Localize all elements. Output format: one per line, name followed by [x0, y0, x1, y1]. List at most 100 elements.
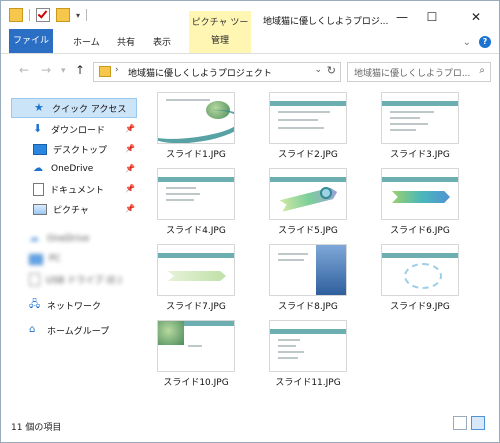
sidebar-item-downloads[interactable]: ⬇ ダウンロード 📌 [1, 119, 141, 139]
maximize-button[interactable]: ☐ [419, 9, 445, 25]
thumbnail-text-line [166, 193, 200, 195]
properties-icon[interactable] [36, 8, 50, 22]
tab-manage[interactable]: 管理 [189, 29, 251, 53]
file-thumbnail [157, 244, 235, 296]
breadcrumb-chevron-icon[interactable]: › [115, 65, 119, 75]
minimize-button[interactable]: — [389, 9, 415, 25]
thumbnail-text-line [390, 111, 434, 113]
address-bar[interactable]: › 地域猫に優しくしようプロジェクト ⌄ ↻ [93, 62, 341, 82]
file-tile[interactable]: スライド2.JPG [253, 92, 363, 162]
file-name[interactable]: スライド11.JPG [253, 375, 363, 388]
document-icon [33, 182, 44, 196]
folder-icon[interactable] [9, 8, 23, 22]
sidebar-item-quick-access[interactable]: ★ クイック アクセス [11, 98, 137, 118]
file-name[interactable]: スライド1.JPG [141, 147, 251, 160]
quick-access-toolbar: ▾ [9, 8, 88, 22]
file-name[interactable]: スライド10.JPG [141, 375, 251, 388]
sidebar-item-label: OneDrive [51, 164, 94, 174]
refresh-icon[interactable]: ↻ [327, 64, 336, 77]
picture-tools-context: ピクチャ ツール [189, 11, 251, 41]
file-tile[interactable]: スライド1.JPG [141, 92, 251, 162]
tab-view[interactable]: 表示 [153, 35, 171, 48]
thumbnail-band [270, 101, 346, 106]
picture-icon [33, 203, 47, 215]
file-name[interactable]: スライド5.JPG [253, 223, 363, 236]
help-icon[interactable]: ? [479, 36, 491, 48]
file-tile[interactable]: スライド11.JPG [253, 320, 363, 390]
sidebar-item-documents[interactable]: ドキュメント 📌 [1, 179, 141, 199]
sidebar-item-usb-blurred[interactable]: USB ドライブ (E:) [1, 269, 141, 289]
recent-locations-chevron-icon[interactable]: ▾ [61, 66, 66, 76]
search-input[interactable]: 地域猫に優しくしようプロ... ⌕ [347, 62, 491, 82]
close-button[interactable]: ✕ [463, 9, 489, 25]
tab-share[interactable]: 共有 [117, 35, 135, 48]
new-folder-icon[interactable] [56, 8, 70, 22]
file-tile[interactable]: スライド4.JPG [141, 168, 251, 238]
pin-icon: 📌 [125, 164, 135, 173]
search-placeholder: 地域猫に優しくしようプロ... [354, 69, 471, 79]
file-thumbnail [157, 168, 235, 220]
thumbnail-text-line [278, 253, 308, 255]
back-arrow-icon[interactable]: ← [19, 63, 29, 77]
desktop-icon [33, 143, 47, 155]
file-tile[interactable]: スライド7.JPG [141, 244, 251, 314]
cloud-icon: ☁ [29, 233, 39, 244]
tab-home[interactable]: ホーム [73, 35, 100, 48]
thumbnail-band [382, 101, 458, 106]
tab-file[interactable]: ファイル [9, 29, 53, 53]
thumbnail-band [184, 321, 234, 326]
file-name[interactable]: スライド6.JPG [365, 223, 475, 236]
sidebar-item-pc-blurred[interactable]: PC [1, 249, 141, 269]
thumbnail-text-line [390, 129, 416, 131]
thumbnail-band [158, 253, 234, 258]
address-dropdown-chevron-icon[interactable]: ⌄ [314, 65, 322, 75]
search-icon: ⌕ [479, 65, 485, 76]
file-name[interactable]: スライド8.JPG [253, 299, 363, 312]
file-name[interactable]: スライド4.JPG [141, 223, 251, 236]
sidebar-item-onedrive[interactable]: ☁ OneDrive 📌 [1, 159, 141, 179]
thumbnail-node [320, 187, 332, 199]
sidebar-item-label: ダウンロード [51, 125, 106, 136]
thumbnail-band [270, 329, 346, 334]
pin-icon: 📌 [125, 124, 135, 133]
breadcrumb-path[interactable]: 地域猫に優しくしようプロジェクト [128, 66, 272, 79]
file-thumbnail [269, 92, 347, 144]
ribbon-collapse-chevron-icon[interactable]: ⌄ [463, 37, 471, 48]
sidebar-item-label: デスクトップ [53, 145, 108, 156]
sidebar-item-network[interactable]: 🖧 ネットワーク [1, 295, 141, 315]
thumbnail-text-line [166, 99, 210, 101]
sidebar-item-onedrive-blurred[interactable]: ☁ OneDrive [1, 229, 141, 249]
sidebar-item-desktop[interactable]: デスクトップ 📌 [1, 139, 141, 159]
details-view-icon[interactable] [453, 416, 467, 430]
window-title: 地域猫に優しくしようプロジ... [263, 17, 389, 27]
download-icon: ⬇ [33, 122, 43, 135]
up-arrow-icon[interactable]: ↑ [75, 63, 85, 77]
thumbnail-chevron-arrows [392, 191, 450, 203]
large-icons-view-icon[interactable] [471, 416, 485, 430]
address-bar-row: ← → ▾ ↑ › 地域猫に優しくしようプロジェクト ⌄ ↻ 地域猫に優しくしよ… [1, 58, 499, 84]
thumbnail-text-line [166, 187, 196, 189]
customize-toolbar-chevron-icon[interactable]: ▾ [76, 11, 80, 20]
file-tile[interactable]: スライド10.JPG [141, 320, 251, 390]
file-tile[interactable]: スライド6.JPG [365, 168, 475, 238]
file-tile[interactable]: スライド9.JPG [365, 244, 475, 314]
thumbnail-text-line [278, 339, 300, 341]
sidebar-item-pictures[interactable]: ピクチャ 📌 [1, 199, 141, 219]
file-name[interactable]: スライド3.JPG [365, 147, 475, 160]
thumbnail-cycle-diagram [404, 263, 442, 289]
ribbon-right-controls: ⌄ ? [463, 36, 491, 48]
file-name[interactable]: スライド2.JPG [253, 147, 363, 160]
pin-icon: 📌 [125, 184, 135, 193]
file-tile[interactable]: スライド3.JPG [365, 92, 475, 162]
forward-arrow-icon[interactable]: → [41, 63, 51, 77]
file-name[interactable]: スライド9.JPG [365, 299, 475, 312]
folder-icon [99, 66, 111, 77]
sidebar-item-homegroup[interactable]: ⌂ ホームグループ [1, 320, 141, 340]
navigation-pane: ★ クイック アクセス ⬇ ダウンロード 📌 デスクトップ 📌 ☁ OneDri… [1, 92, 141, 414]
file-tile[interactable]: スライド8.JPG [253, 244, 363, 314]
file-name[interactable]: スライド7.JPG [141, 299, 251, 312]
file-tile[interactable]: スライド5.JPG [253, 168, 363, 238]
thumbnail-text-line [390, 123, 428, 125]
usb-icon [29, 272, 40, 286]
thumbnail-text-line [278, 111, 330, 113]
